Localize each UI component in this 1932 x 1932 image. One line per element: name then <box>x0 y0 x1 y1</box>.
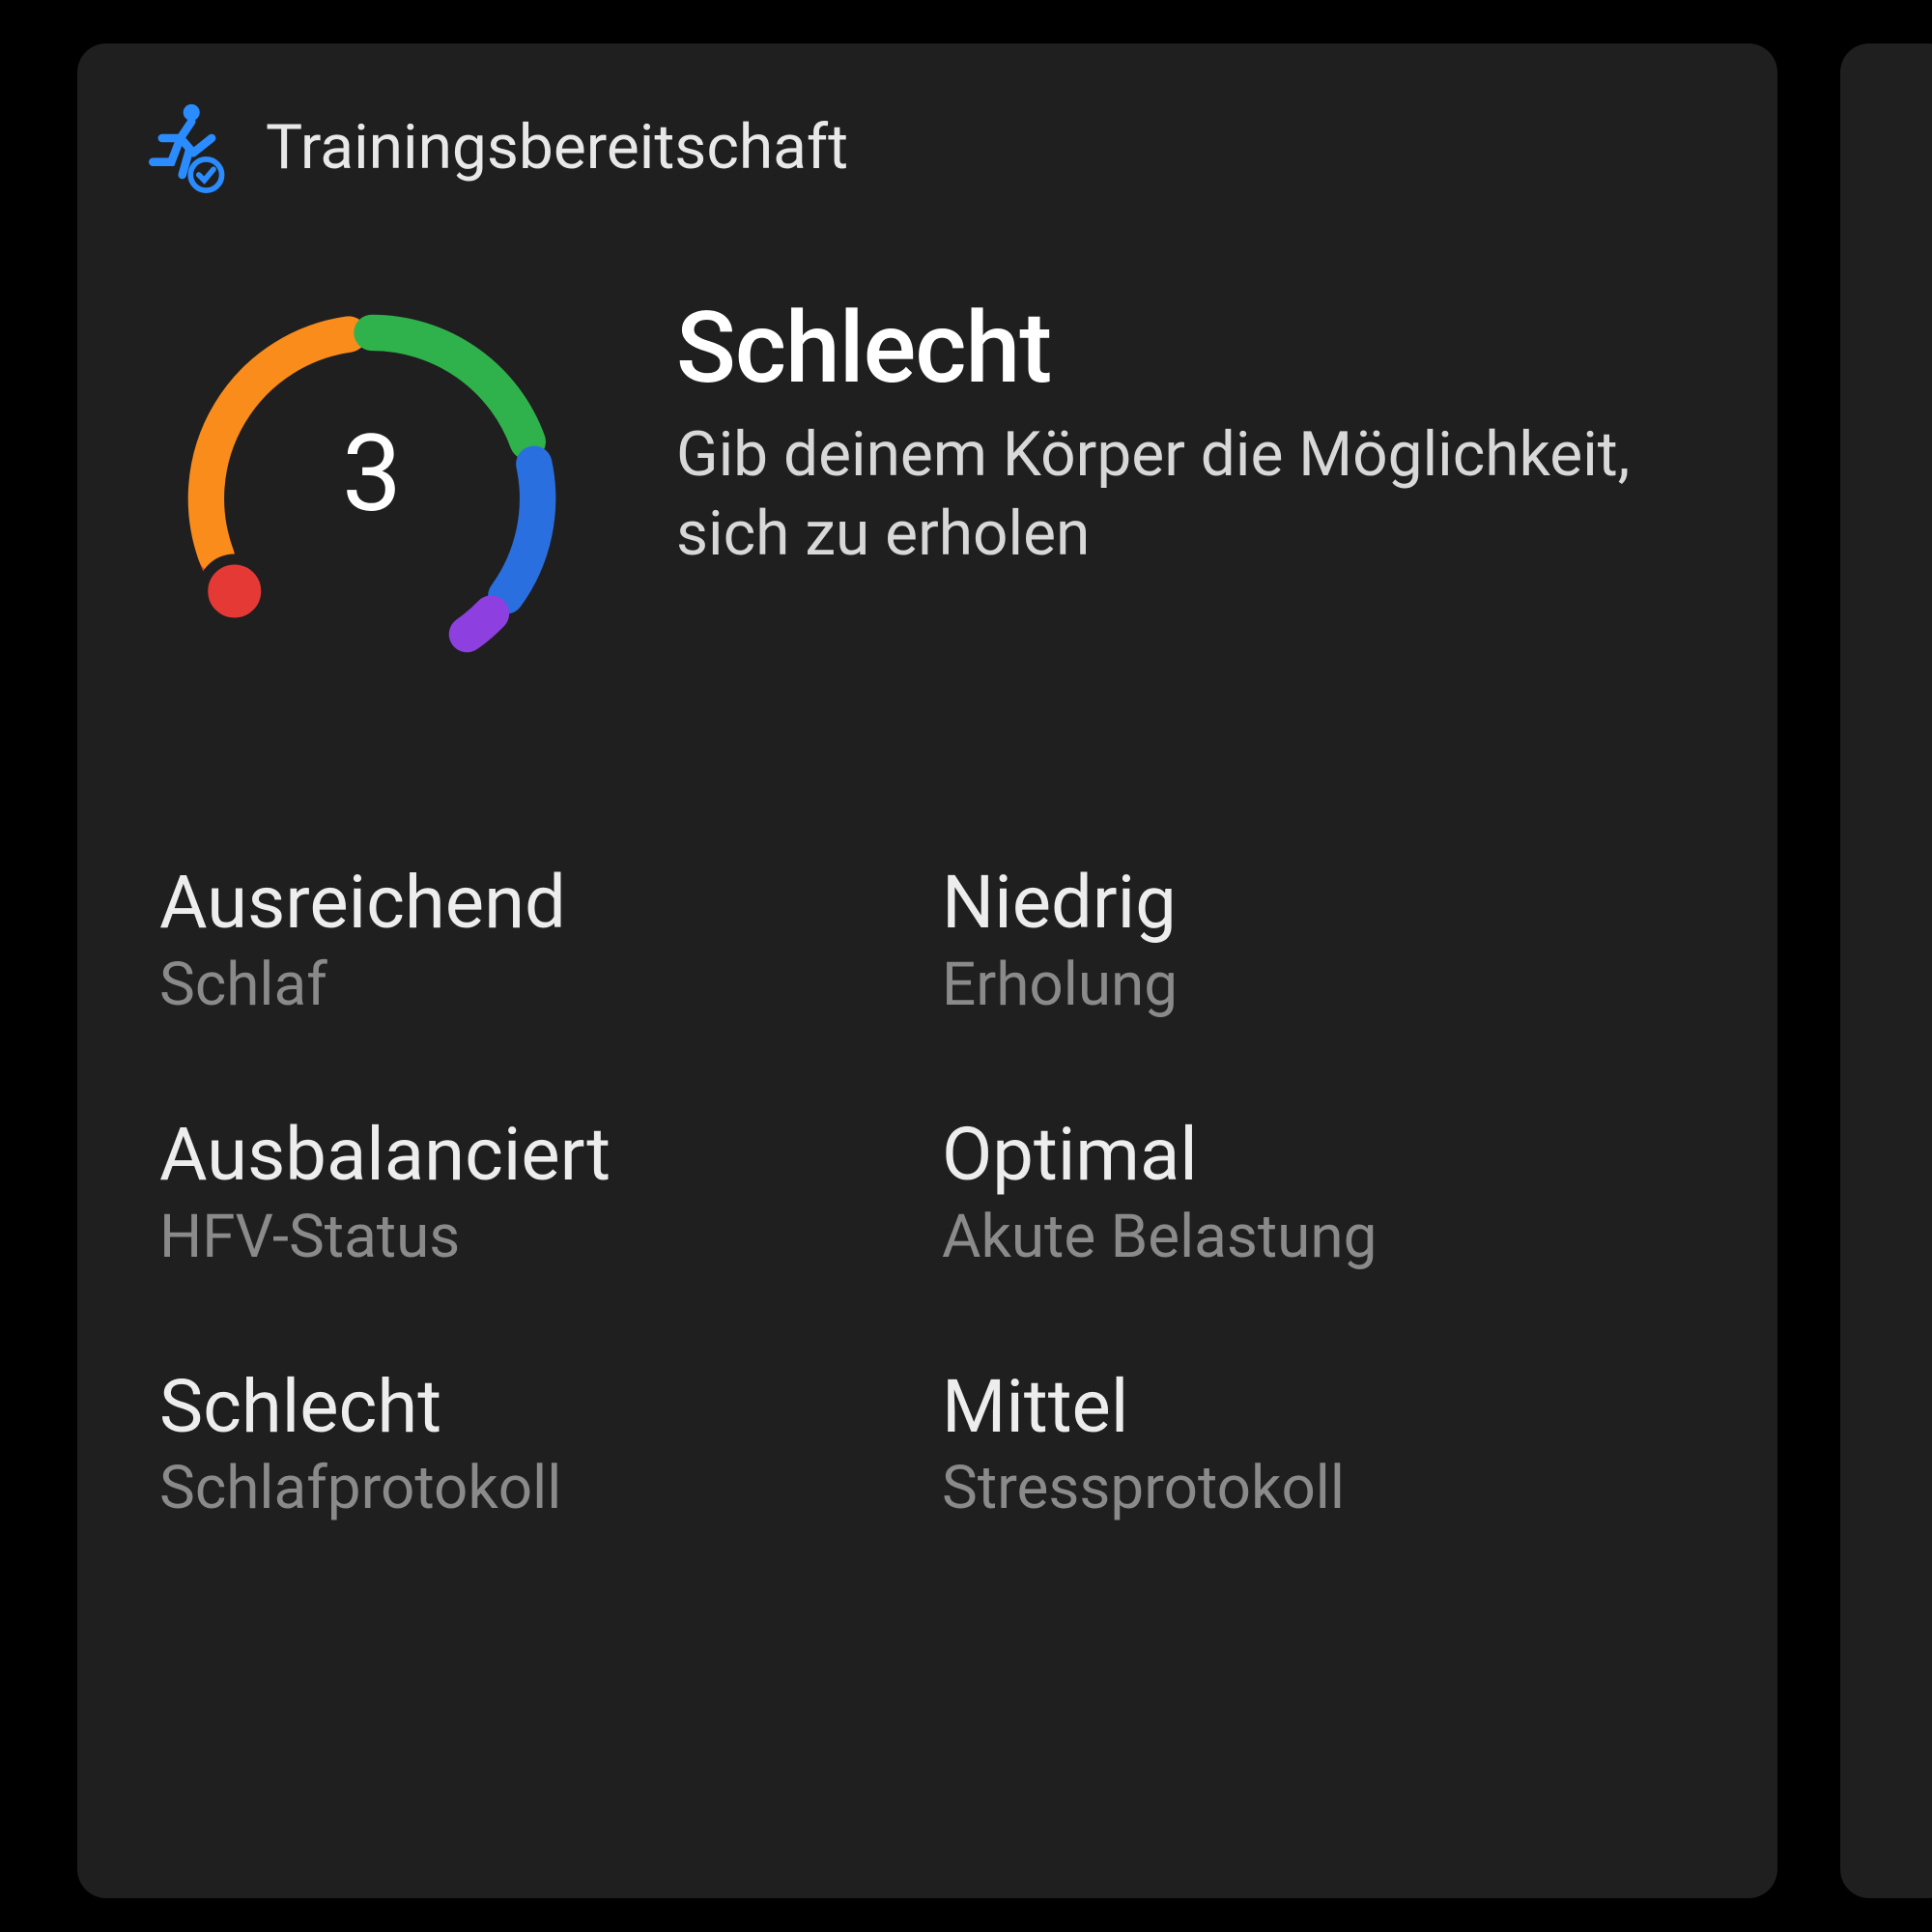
metric-recovery: Niedrig Erholung <box>942 865 1686 1020</box>
metric-label: Schlaf <box>159 950 942 1020</box>
running-check-icon <box>140 101 232 193</box>
metric-sleep-history: Schlecht Schlafprotokoll <box>159 1369 942 1524</box>
metric-sleep: Ausreichend Schlaf <box>159 865 942 1020</box>
card-header: Trainingsbereitschaft <box>140 101 848 193</box>
metric-stress-history: Mittel Stressprotokoll <box>942 1369 1686 1524</box>
metric-label: Schlafprotokoll <box>159 1453 942 1523</box>
metric-value: Mittel <box>942 1369 1686 1446</box>
metric-label: Akute Belastung <box>942 1202 1686 1272</box>
adjacent-card[interactable] <box>1840 43 1932 1898</box>
metric-value: Schlecht <box>159 1369 942 1446</box>
metric-value: Optimal <box>942 1117 1686 1194</box>
metric-label: HFV-Status <box>159 1202 942 1272</box>
status-subtitle: Gib deinem Körper die Möglichkeit, sich … <box>676 415 1710 574</box>
status-title: Schlecht <box>676 290 1710 406</box>
training-readiness-card[interactable]: Trainingsbereitschaft <box>77 43 1777 1898</box>
metric-label: Erholung <box>942 950 1686 1020</box>
card-title: Trainingsbereitschaft <box>266 111 848 184</box>
metric-value: Ausreichend <box>159 865 942 942</box>
metric-value: Ausbalanciert <box>159 1117 942 1194</box>
readiness-score: 3 <box>159 275 584 700</box>
metric-acute-load: Optimal Akute Belastung <box>942 1117 1686 1272</box>
readiness-gauge: 3 <box>159 275 584 700</box>
metric-value: Niedrig <box>942 865 1686 942</box>
metric-label: Stressprotokoll <box>942 1453 1686 1523</box>
metrics-grid: Ausreichend Schlaf Niedrig Erholung Ausb… <box>159 865 1686 1523</box>
readiness-status: Schlecht Gib deinem Körper die Möglichke… <box>676 290 1710 574</box>
metric-hrv: Ausbalanciert HFV-Status <box>159 1117 942 1272</box>
